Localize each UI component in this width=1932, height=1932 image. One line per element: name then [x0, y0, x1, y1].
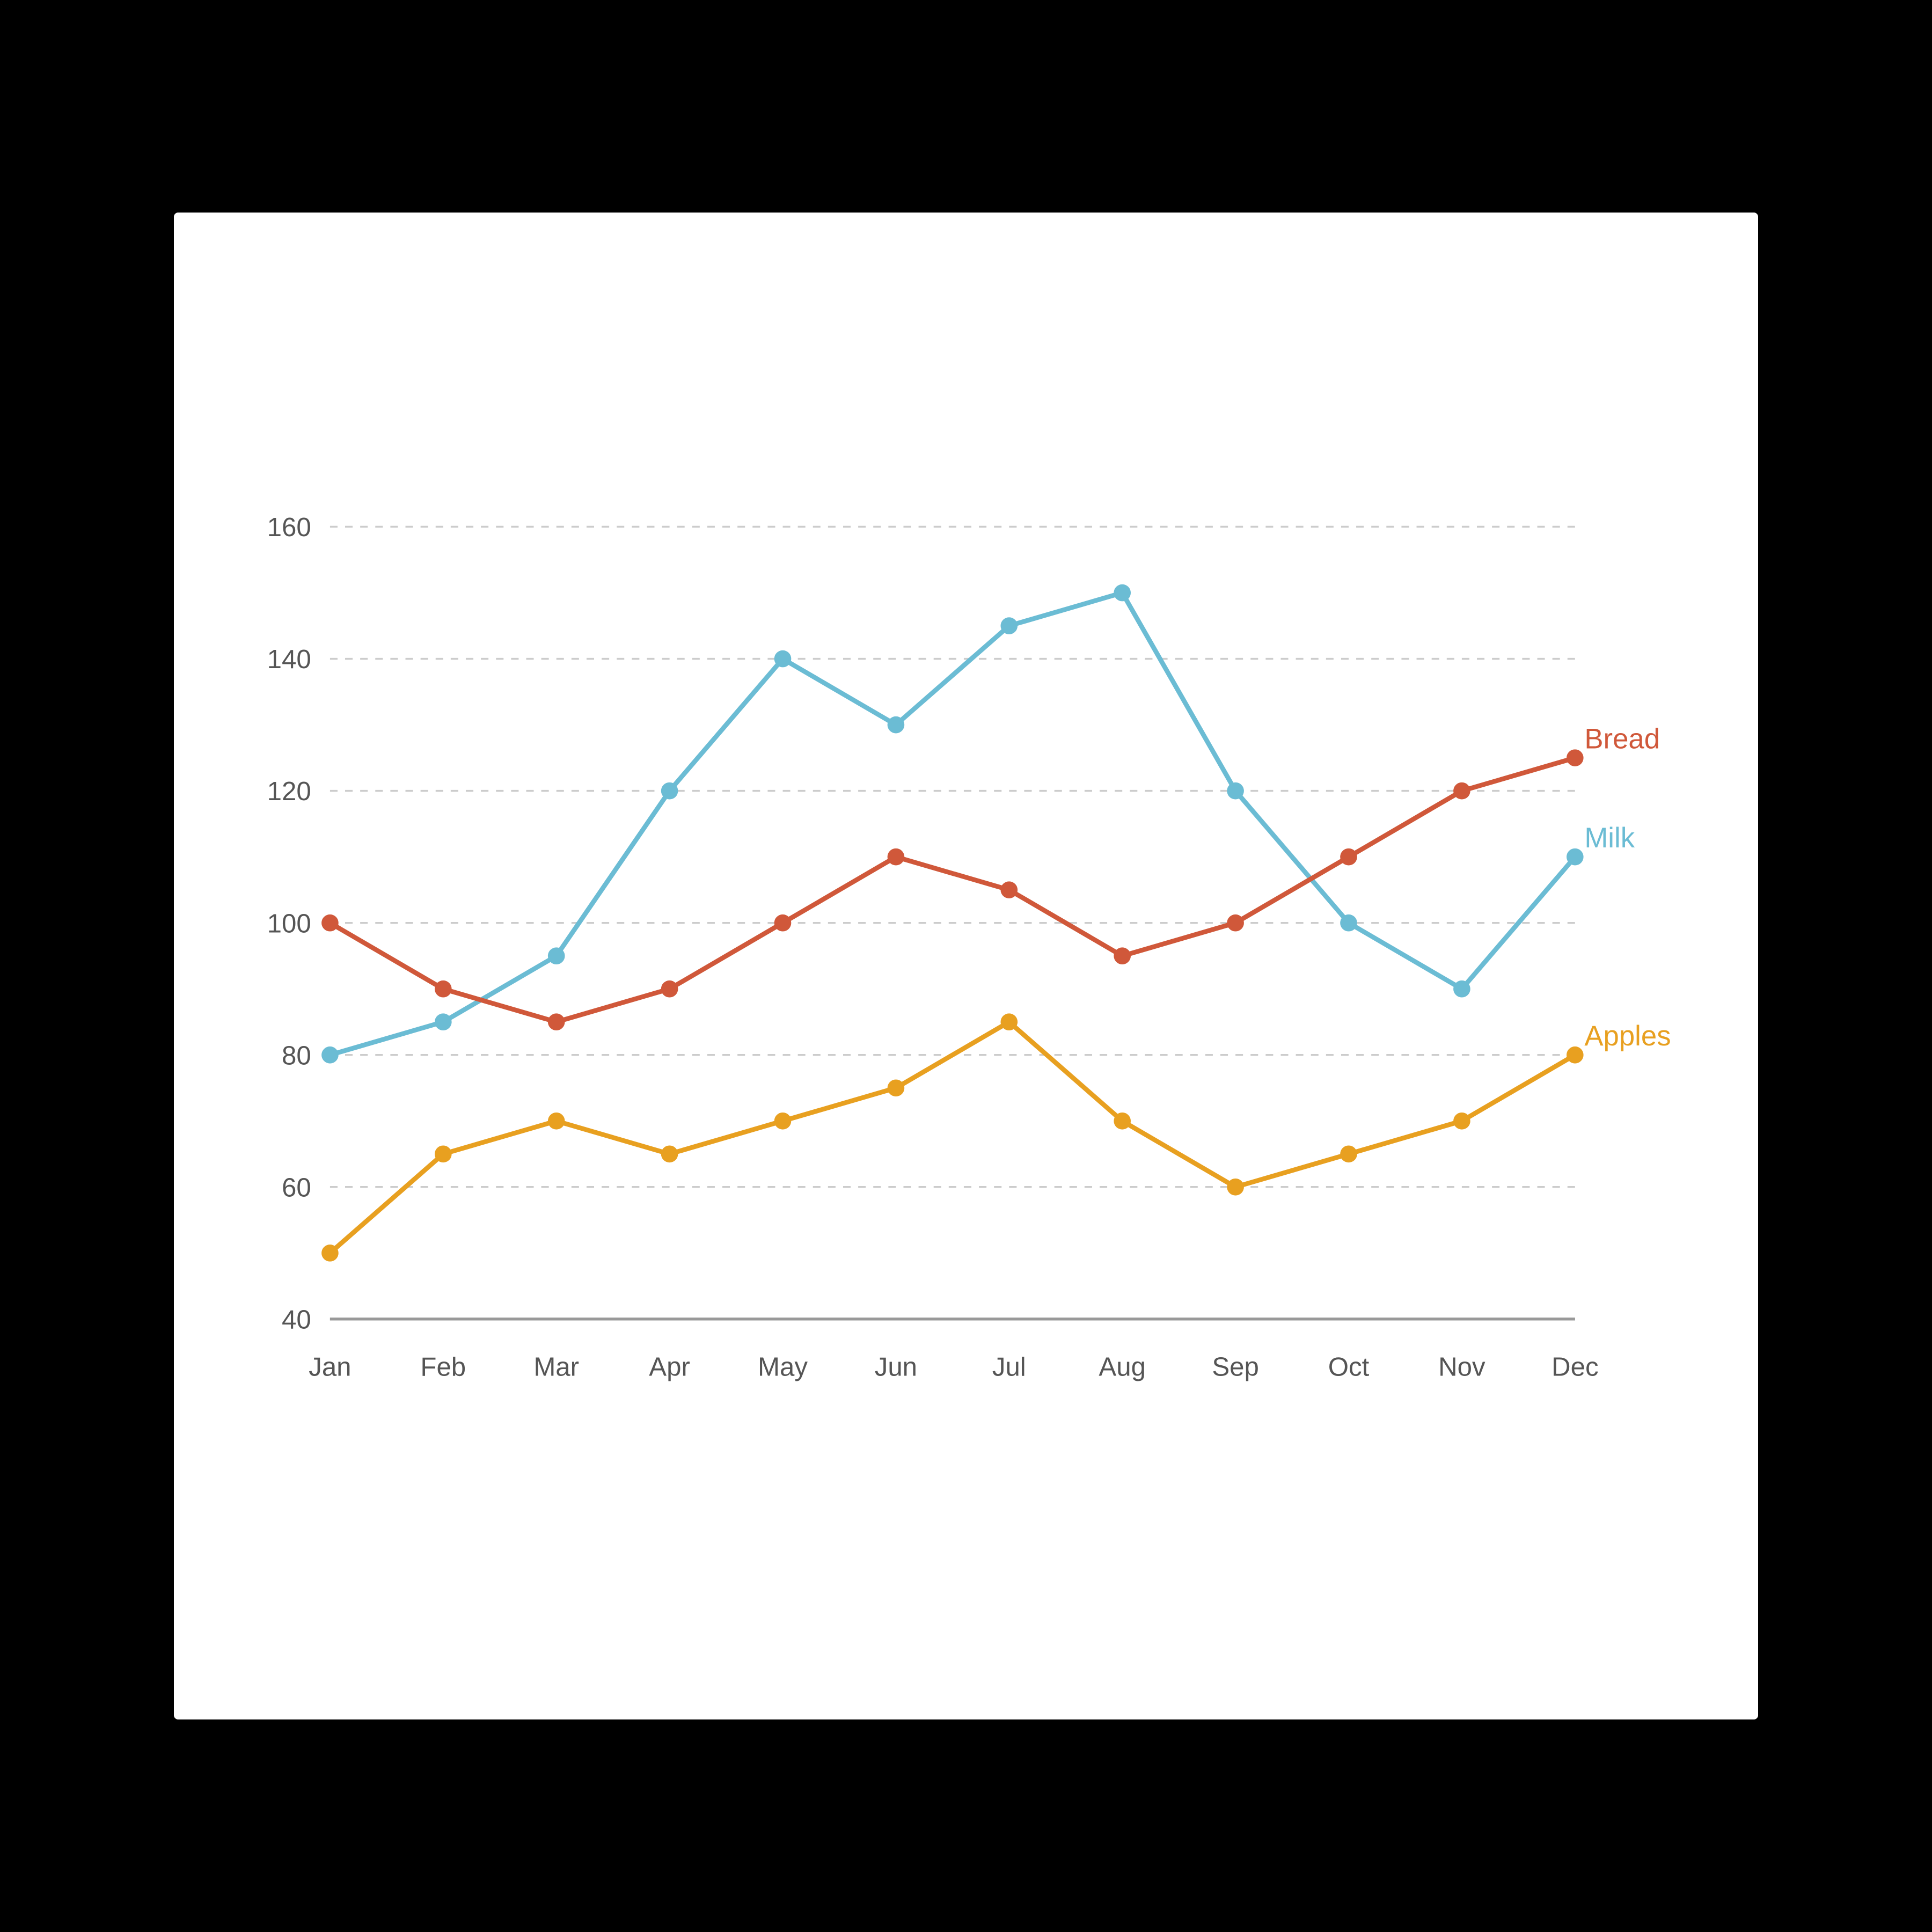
series-bread-dot [661, 980, 678, 998]
series-apples-dot [774, 1113, 792, 1130]
chart-container: 40 60 80 100 120 140 160 Jan Feb Mar Apr May Jun Jul A… [174, 213, 1758, 1719]
legend-bread: Bread [1584, 723, 1660, 755]
legend-apples: Apples [1584, 1020, 1671, 1052]
series-apples-dot [1340, 1145, 1357, 1162]
y-axis-label: 80 [282, 1041, 311, 1070]
y-axis-label: 60 [282, 1173, 311, 1202]
series-apples-dot [1000, 1013, 1018, 1030]
series-bread-dot [1227, 914, 1244, 932]
series-apples-dot [888, 1079, 905, 1096]
x-axis-label: Aug [1099, 1352, 1146, 1381]
series-milk-dot [774, 650, 792, 668]
y-axis-label: 140 [267, 645, 311, 674]
series-apples-dot [548, 1113, 565, 1130]
series-apples-dot [1227, 1179, 1244, 1196]
x-axis-label: Sep [1212, 1352, 1259, 1381]
x-axis-label: Nov [1438, 1352, 1485, 1381]
series-milk-dot [321, 1046, 339, 1064]
series-milk-dot [888, 716, 905, 734]
series-milk-dot [435, 1013, 452, 1030]
series-bread-dot [1000, 881, 1018, 898]
series-apples-dot [435, 1145, 452, 1162]
series-apples-dot [1114, 1113, 1131, 1130]
series-bread-dot [435, 980, 452, 998]
series-apples-dot [661, 1145, 678, 1162]
series-milk-dot [1453, 980, 1470, 998]
series-milk-dot [548, 947, 565, 964]
series-milk-dot [1000, 617, 1018, 634]
series-apples-dot [321, 1245, 339, 1262]
series-bread-dot [888, 848, 905, 866]
x-axis-label: Feb [420, 1352, 466, 1381]
x-axis-label: Apr [649, 1352, 690, 1381]
series-bread-dot [1453, 782, 1470, 800]
series-milk-dot [661, 782, 678, 800]
x-axis-label: Jun [875, 1352, 917, 1381]
series-bread-dot [774, 914, 792, 932]
y-axis-label: 160 [267, 513, 311, 542]
series-bread-dot [321, 914, 339, 932]
series-milk-dot [1114, 584, 1131, 602]
x-axis-label: Jan [309, 1352, 351, 1381]
x-axis-label: Oct [1328, 1352, 1370, 1381]
series-milk-dot [1567, 848, 1584, 866]
series-milk-dot [1340, 914, 1357, 932]
y-axis-label: 120 [267, 777, 311, 806]
series-apples-dot [1453, 1113, 1470, 1130]
series-bread-dot [1340, 848, 1357, 866]
line-chart: 40 60 80 100 120 140 160 Jan Feb Mar Apr May Jun Jul A… [217, 234, 1726, 1687]
x-axis-label: Jul [992, 1352, 1026, 1381]
series-apples-dot [1567, 1046, 1584, 1064]
series-bread-dot [548, 1013, 565, 1030]
x-axis-label: May [758, 1352, 808, 1381]
y-axis-label: 40 [282, 1305, 311, 1334]
series-milk-line [330, 593, 1575, 1055]
series-bread-dot [1114, 947, 1131, 964]
series-milk-dot [1227, 782, 1244, 800]
x-axis-label: Mar [533, 1352, 579, 1381]
x-axis-label: Dec [1552, 1352, 1599, 1381]
series-apples-line [330, 1022, 1575, 1253]
y-axis-label: 100 [267, 909, 311, 938]
series-bread-line [330, 758, 1575, 1022]
series-bread-dot [1567, 749, 1584, 766]
legend-milk: Milk [1584, 822, 1635, 854]
